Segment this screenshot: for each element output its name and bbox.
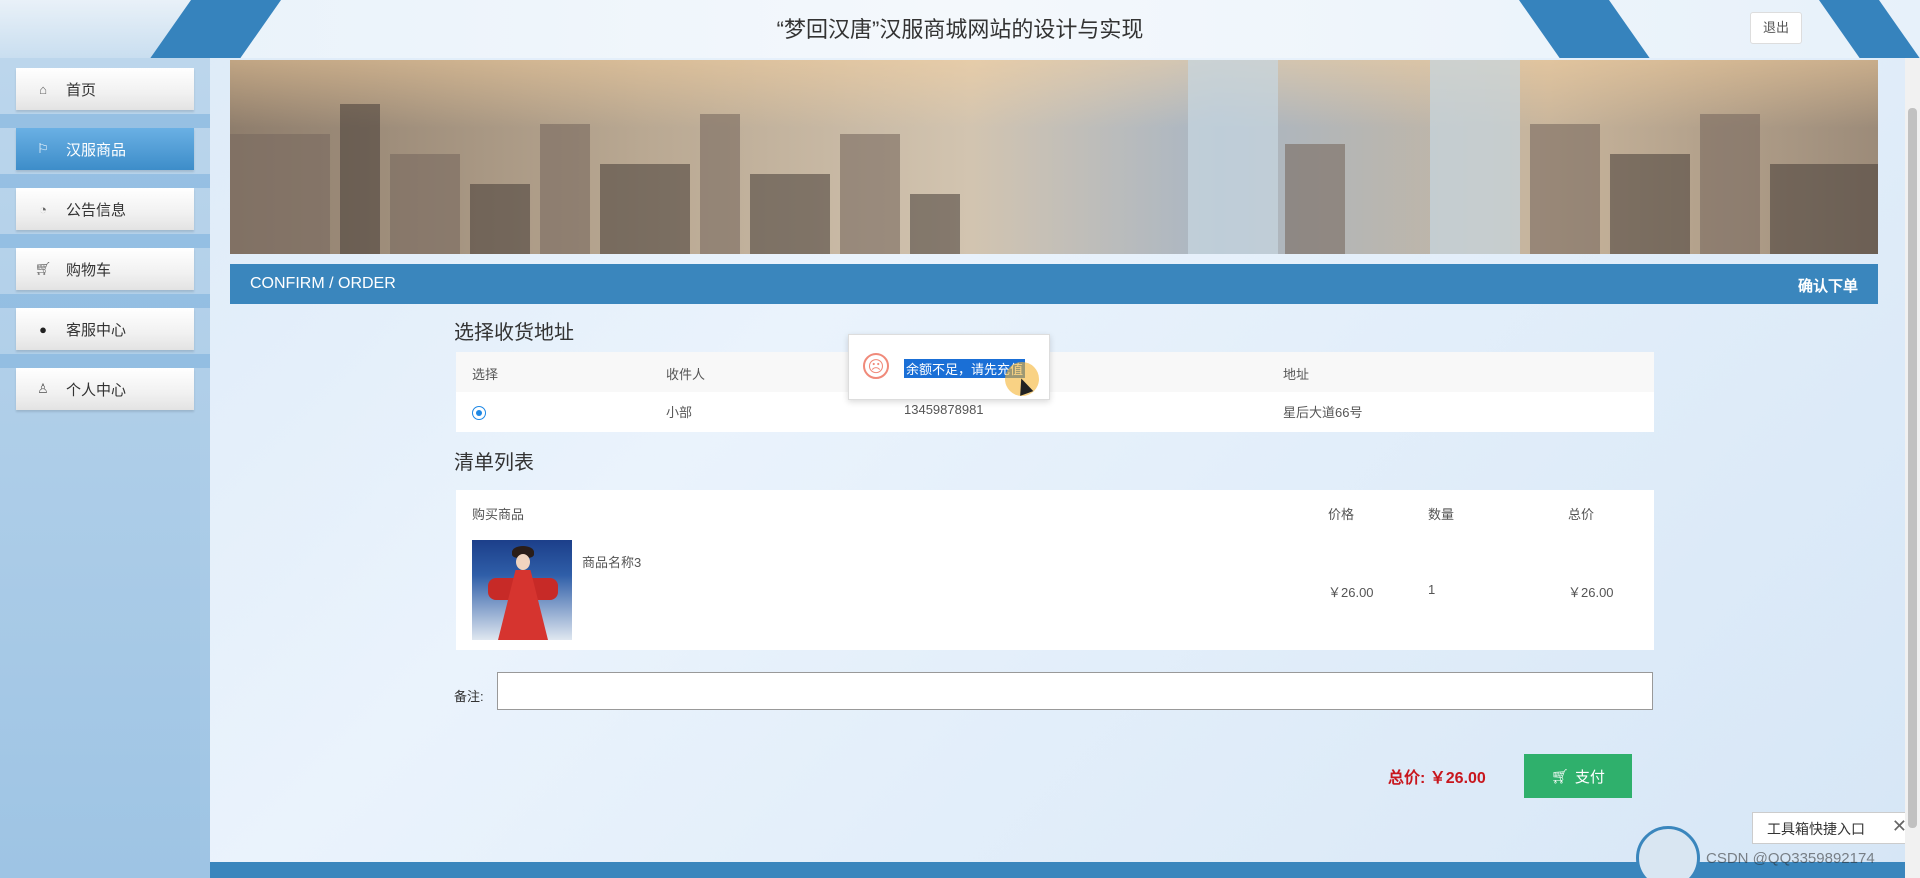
column-header-recipient: 收件人 (666, 367, 706, 382)
logout-button[interactable]: 退出 (1750, 12, 1802, 44)
product-name[interactable]: 商品名称3 (582, 552, 641, 571)
column-header-price: 价格 (1328, 507, 1355, 522)
toolbox-shortcut-label: 工具箱快捷入口 (1767, 821, 1865, 837)
sidebar-item-home[interactable]: ⌂ 首页 (16, 68, 194, 110)
chat-icon: ● (39, 321, 47, 337)
sad-face-icon: ☹ (863, 353, 889, 379)
confirm-order-heading: CONFIRM / ORDER (250, 275, 396, 292)
order-list-title: 清单列表 (454, 452, 534, 474)
sidebar-divider (0, 294, 210, 308)
pay-button-label: 支付 (1574, 768, 1605, 786)
recipient-phone: 13459878981 (904, 402, 984, 417)
sidebar-divider (0, 354, 210, 368)
user-icon: ♙ (37, 381, 49, 396)
address-section-title: 选择收货地址 (454, 322, 574, 344)
address-radio[interactable] (472, 406, 486, 420)
column-header-total: 总价 (1568, 507, 1595, 522)
sidebar-item-label: 购物车 (66, 261, 112, 279)
cart-icon: 🛒︎ (34, 261, 52, 276)
sidebar-item-announcements[interactable]: ◔ 公告信息 (16, 188, 194, 230)
cart-icon: 🛒︎ (1551, 767, 1569, 784)
sidebar-item-customer-service[interactable]: ● 客服中心 (16, 308, 194, 350)
gauge-icon: ◔ (39, 201, 47, 217)
remark-label: 备注: (454, 689, 484, 704)
city-banner-image (230, 60, 1878, 254)
top-header: “梦回汉唐”汉服商城网站的设计与实现 退出 (0, 0, 1920, 58)
order-table: 购买商品 价格 数量 总价 商品名称3 ￥26.00 1 ￥26.00 (456, 490, 1654, 650)
order-total: 总价: ￥26.00 (1388, 770, 1486, 787)
sidebar-item-label: 客服中心 (66, 321, 127, 339)
product-thumbnail[interactable] (472, 540, 572, 640)
sidebar-item-label: 首页 (66, 81, 97, 99)
column-header-select: 选择 (472, 367, 499, 382)
product-total: ￥26.00 (1568, 585, 1614, 600)
sidebar-item-label: 汉服商品 (66, 141, 127, 159)
column-header-product: 购买商品 (472, 507, 525, 522)
page-scrollbar[interactable] (1905, 58, 1920, 878)
sidebar-item-label: 个人中心 (66, 381, 127, 399)
sidebar-divider (0, 114, 210, 128)
remark-input[interactable] (497, 672, 1653, 710)
scrollbar-thumb[interactable] (1908, 108, 1917, 828)
sidebar-item-cart[interactable]: 🛒︎ 购物车 (16, 248, 194, 290)
sidebar (0, 58, 210, 878)
product-price: ￥26.00 (1328, 585, 1374, 600)
site-title: “梦回汉唐”汉服商城网站的设计与实现 (776, 17, 1144, 42)
column-header-quantity: 数量 (1428, 507, 1455, 522)
pay-button[interactable]: 🛒︎ 支付 (1524, 754, 1632, 798)
flag-icon: ⚐ (37, 141, 49, 156)
address-table: 选择 收件人 地址 小部 13459878981 星后大道66号 (456, 352, 1654, 432)
recipient-address: 星后大道66号 (1283, 405, 1363, 420)
watermark: CSDN @QQ3359892174 (1706, 850, 1875, 867)
home-icon: ⌂ (39, 81, 47, 97)
sidebar-divider (0, 234, 210, 248)
column-header-address: 地址 (1283, 367, 1310, 382)
confirm-order-bar: CONFIRM / ORDER 确认下单 (230, 264, 1878, 304)
address-table-header (456, 352, 1654, 392)
sidebar-item-hanfu-products[interactable]: ⚐ 汉服商品 (16, 128, 194, 170)
assistant-avatar-icon[interactable] (1636, 826, 1700, 878)
recipient-name: 小部 (666, 405, 693, 420)
sidebar-item-label: 公告信息 (66, 201, 127, 219)
sidebar-divider (0, 174, 210, 188)
product-quantity: 1 (1428, 582, 1436, 597)
sidebar-item-personal-center[interactable]: ♙ 个人中心 (16, 368, 194, 410)
toolbox-shortcut[interactable]: 工具箱快捷入口 ✕ (1752, 812, 1914, 844)
confirm-order-label: 确认下单 (1797, 278, 1858, 295)
